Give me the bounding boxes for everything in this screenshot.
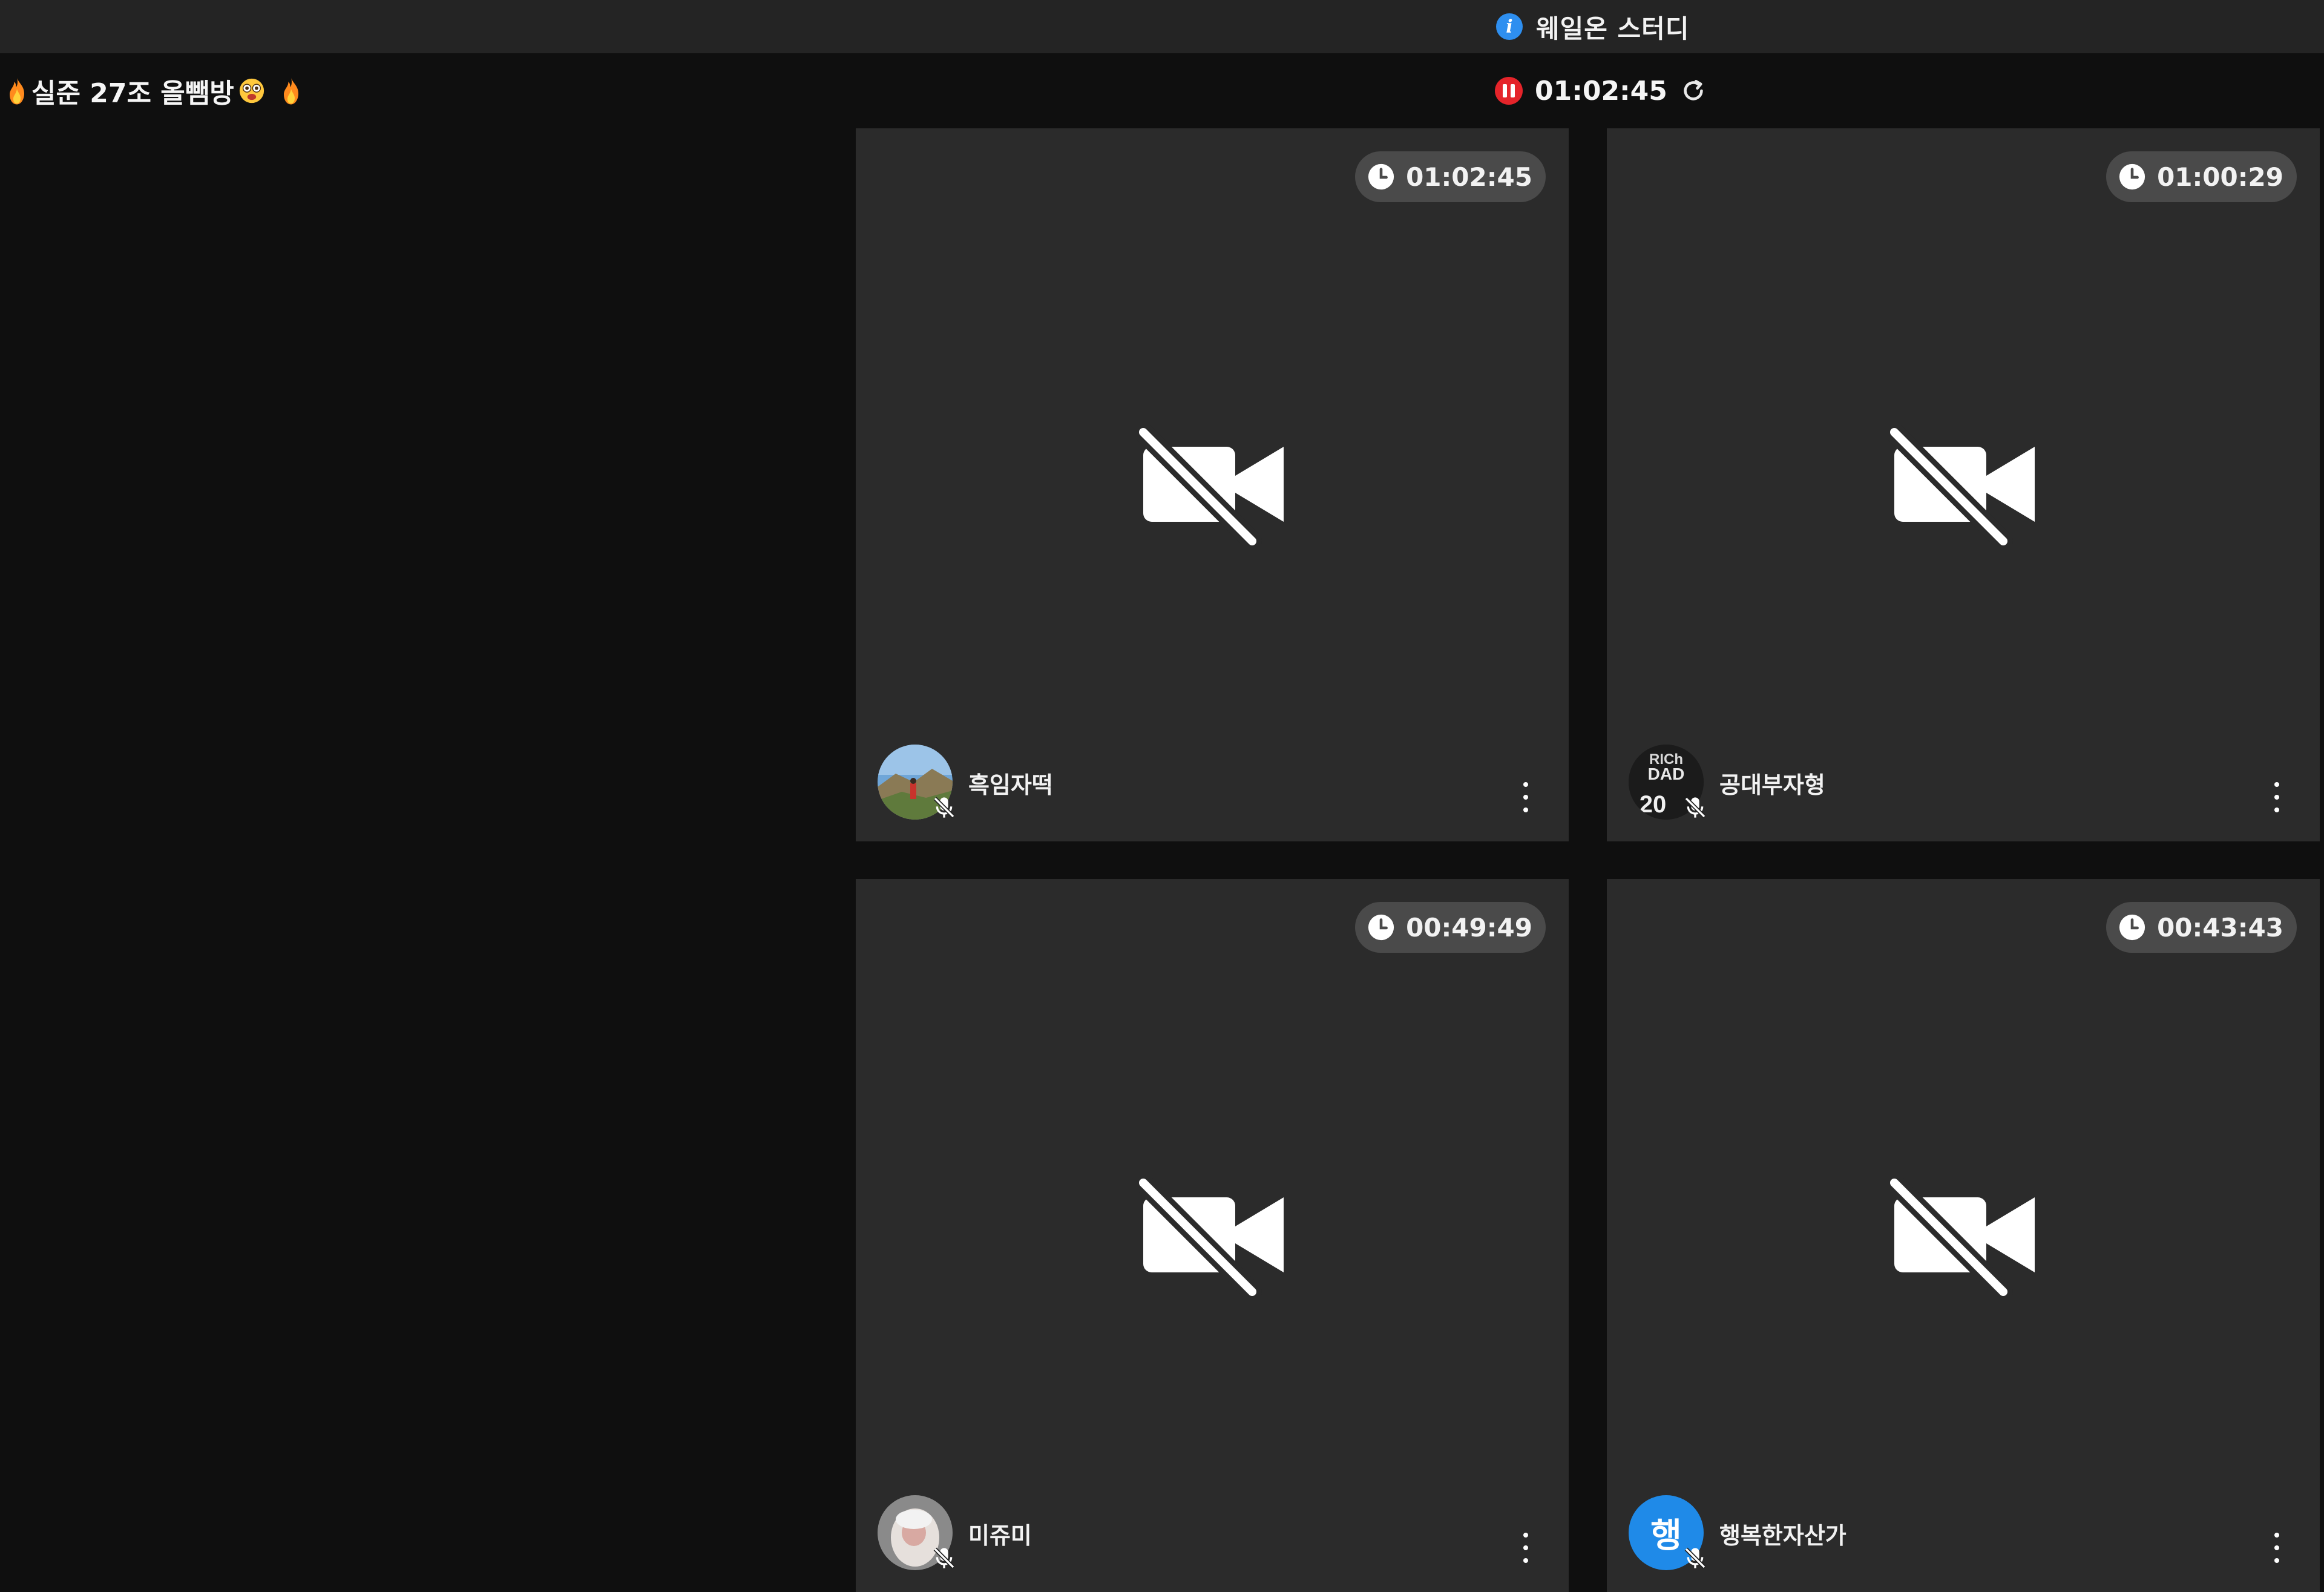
main-timer-value: 01:02:45 xyxy=(1535,75,1667,107)
more-options-button[interactable] xyxy=(2268,782,2286,812)
participant-time-value: 01:02:45 xyxy=(1406,162,1532,192)
participant-footer: 흑임자떡 xyxy=(878,745,1547,820)
info-icon[interactable]: i xyxy=(1496,13,1523,40)
clock-icon xyxy=(1368,914,1394,941)
participant-name: 미쥬미 xyxy=(968,1522,1032,1549)
refresh-icon[interactable] xyxy=(1679,77,1707,105)
participant-time-value: 01:00:29 xyxy=(2157,162,2283,192)
clock-icon xyxy=(2119,914,2145,941)
clock-icon xyxy=(1368,163,1394,190)
participant-name: 공대부자형 xyxy=(1719,772,1825,798)
more-options-button[interactable] xyxy=(1517,1533,1535,1563)
camera-off-icon xyxy=(1887,425,2035,546)
fire-icon xyxy=(283,77,298,105)
app-title: 웨일온 스터디 xyxy=(1536,13,1690,44)
fire-icon xyxy=(10,77,24,105)
camera-off-icon xyxy=(1887,1176,2035,1297)
participant-study-time: 00:43:43 xyxy=(2106,902,2297,953)
window-titlebar: i 웨일온 스터디 xyxy=(0,0,2324,53)
room-title: 실준 27조 올뺌방 xyxy=(31,78,234,109)
book-cover-text: 20 xyxy=(1640,791,1667,818)
participant-tile[interactable]: 01:00:29 RICh DAD 20 공대부자형 xyxy=(1607,128,2320,841)
more-options-button[interactable] xyxy=(2268,1533,2286,1563)
more-options-button[interactable] xyxy=(1517,782,1535,812)
pause-timer-button[interactable] xyxy=(1495,77,1523,105)
participant-name: 행복한자산가 xyxy=(1719,1522,1846,1549)
study-timer: 01:02:45 xyxy=(1495,71,1707,110)
participant-study-time: 00:49:49 xyxy=(1355,902,1546,953)
participant-name: 흑임자떡 xyxy=(968,772,1053,798)
camera-off-icon xyxy=(1136,1176,1284,1297)
participant-time-value: 00:49:49 xyxy=(1406,912,1532,942)
participant-study-time: 01:02:45 xyxy=(1355,151,1546,202)
participant-footer: 행 행복한자산가 xyxy=(1629,1495,2298,1570)
room-header: 실준 27조 올뺌방 01:02:45 xyxy=(0,53,2324,128)
app-title-group: i 웨일온 스터디 xyxy=(1496,7,1689,46)
participant-footer: 미쥬미 xyxy=(878,1495,1547,1570)
camera-off-icon xyxy=(1136,425,1284,546)
smiling-face-icon xyxy=(239,78,264,104)
participant-time-value: 00:43:43 xyxy=(2157,912,2283,942)
participant-tile[interactable]: 00:49:49 미쥬미 xyxy=(856,879,1569,1592)
mic-off-icon xyxy=(933,1547,955,1569)
participant-tile[interactable]: 00:43:43 행 행복한자산가 xyxy=(1607,879,2320,1592)
room-title-group: 실준 27조 올뺌방 xyxy=(6,71,302,110)
participant-study-time: 01:00:29 xyxy=(2106,151,2297,202)
mic-off-icon xyxy=(1684,1547,1706,1569)
mic-off-icon xyxy=(933,797,955,818)
mic-off-icon xyxy=(1684,797,1706,818)
participant-tile[interactable]: 01:02:45 흑임자떡 xyxy=(856,128,1569,841)
clock-icon xyxy=(2119,163,2145,190)
book-cover-text: DAD xyxy=(1648,765,1685,783)
participant-footer: RICh DAD 20 공대부자형 xyxy=(1629,745,2298,820)
